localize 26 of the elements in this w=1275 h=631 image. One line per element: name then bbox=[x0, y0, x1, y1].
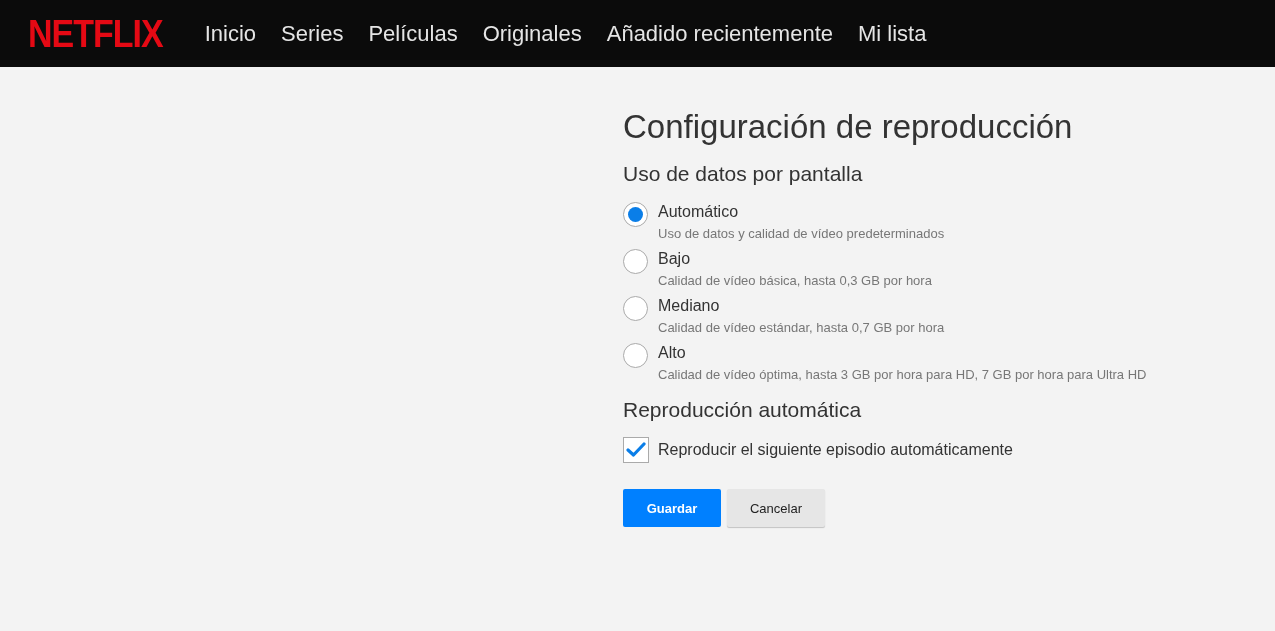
radio-button[interactable] bbox=[623, 296, 648, 321]
nav-link[interactable]: Inicio bbox=[204, 20, 257, 47]
option-label: Automático bbox=[658, 203, 740, 221]
option-description: Calidad de vídeo básica, hasta 0,3 GB por hora bbox=[658, 273, 932, 289]
nav-link[interactable]: Películas bbox=[368, 20, 458, 47]
netflix-logo[interactable]: NETFLIX bbox=[28, 11, 163, 56]
page-title: Configuración de reproducción bbox=[623, 107, 1074, 147]
radio-button[interactable] bbox=[623, 249, 648, 274]
option-description: Uso de datos y calidad de vídeo predeterminados bbox=[658, 226, 945, 242]
section-heading: Reproducción automática bbox=[623, 397, 863, 423]
option-description: Calidad de vídeo estándar, hasta 0,7 GB por hora bbox=[658, 320, 945, 336]
radio-button[interactable] bbox=[623, 343, 648, 368]
section-heading: Uso de datos por pantalla bbox=[623, 161, 864, 187]
radio-button[interactable] bbox=[623, 202, 648, 227]
cancel-button[interactable]: Cancelar bbox=[727, 489, 825, 527]
nav-link[interactable]: Series bbox=[281, 20, 344, 47]
checkbox[interactable] bbox=[623, 437, 649, 463]
nav-link[interactable]: Originales bbox=[482, 20, 582, 47]
nav-link[interactable]: Mi lista bbox=[858, 20, 927, 47]
option-label: Bajo bbox=[658, 250, 692, 268]
option-label: Alto bbox=[658, 344, 687, 362]
option-description: Calidad de vídeo óptima, hasta 3 GB por hora para HD, 7 GB por hora para Ultra HD bbox=[658, 367, 1147, 383]
option-label: Mediano bbox=[658, 297, 721, 315]
save-button[interactable]: Guardar bbox=[623, 489, 721, 527]
nav-link[interactable]: Añadido recientemente bbox=[606, 20, 833, 47]
checkbox-label: Reproducir el siguiente episodio automáticamente bbox=[658, 441, 1013, 459]
